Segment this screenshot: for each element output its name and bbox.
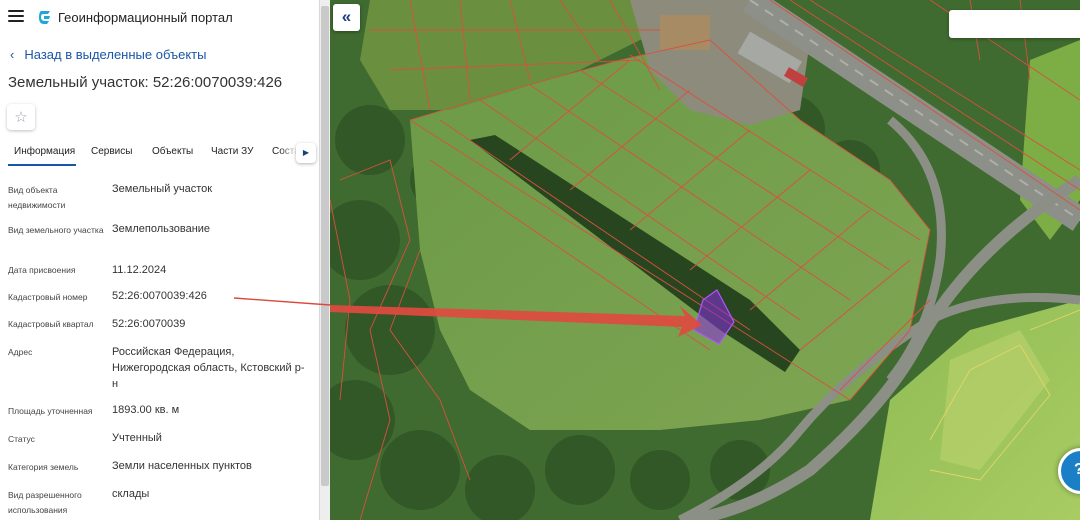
property-label: Вид земельного участка xyxy=(8,225,104,235)
collapse-panel-button[interactable]: « xyxy=(333,4,360,31)
property-label: Адрес xyxy=(8,347,33,357)
property-value: Земельный участок xyxy=(112,183,213,195)
property-label: Вид разрешенного использования xyxy=(8,490,82,515)
property-label: Кадастровый номер xyxy=(8,292,88,302)
app-window: Геоинформационный портал ‹ Назад в выделе… xyxy=(0,0,1080,520)
property-value: Учтенный xyxy=(112,432,162,444)
hamburger-menu-icon[interactable] xyxy=(8,10,24,24)
tab-parcel-parts[interactable]: Части ЗУ xyxy=(211,146,253,157)
map-search-input[interactable] xyxy=(949,10,1080,38)
storage-yard xyxy=(660,15,710,50)
property-value: Землепользование xyxy=(112,223,211,235)
tab-information[interactable]: Информация xyxy=(14,146,75,157)
back-to-selected-link[interactable]: ‹ Назад в выделенные объекты xyxy=(10,47,206,62)
info-panel: Геоинформационный портал ‹ Назад в выделе… xyxy=(0,0,320,520)
app-title: Геоинформационный портал xyxy=(58,10,233,25)
property-label: Категория земель xyxy=(8,462,79,472)
tab-objects[interactable]: Объекты xyxy=(152,146,193,157)
property-value: Российская Федерация, Нижегородская обла… xyxy=(112,346,305,390)
favorite-button[interactable]: ☆ xyxy=(7,104,35,130)
back-link-label: Назад в выделенные объекты xyxy=(24,47,207,62)
property-value: Земли населенных пунктов xyxy=(112,460,252,472)
star-icon: ☆ xyxy=(14,109,28,126)
property-label: Кадастровый квартал xyxy=(8,319,94,329)
property-label: Площадь уточненная xyxy=(8,406,93,416)
map-canvas[interactable] xyxy=(330,0,1080,520)
double-chevron-left-icon: « xyxy=(341,7,352,26)
property-value: склады xyxy=(112,488,150,500)
property-label: Вид объекта недвижимости xyxy=(8,185,66,210)
property-label: Дата присвоения xyxy=(8,265,76,275)
arrow-leader-line xyxy=(233,297,330,306)
scrollbar-thumb[interactable] xyxy=(321,6,329,486)
property-value: 11.12.2024 xyxy=(112,264,167,276)
panel-scrollbar[interactable] xyxy=(320,0,330,520)
tabs-scroll-right-button[interactable]: ▶ xyxy=(296,143,316,163)
portal-logo-icon xyxy=(39,11,50,24)
chevron-left-icon: ‹ xyxy=(10,47,15,62)
active-tab-indicator xyxy=(8,164,76,166)
chat-icon: ? xyxy=(1074,461,1080,479)
property-label: Статус xyxy=(8,434,35,444)
property-value: 1893.00 кв. м xyxy=(112,404,180,416)
object-title: Земельный участок: 52:26:0070039:426 xyxy=(8,74,283,91)
satellite-map[interactable] xyxy=(330,0,1080,520)
tab-bar: Информация Сервисы Объекты Части ЗУ Сост… xyxy=(0,140,319,166)
top-bar: Геоинформационный портал xyxy=(0,0,319,36)
tab-services[interactable]: Сервисы xyxy=(91,146,132,157)
